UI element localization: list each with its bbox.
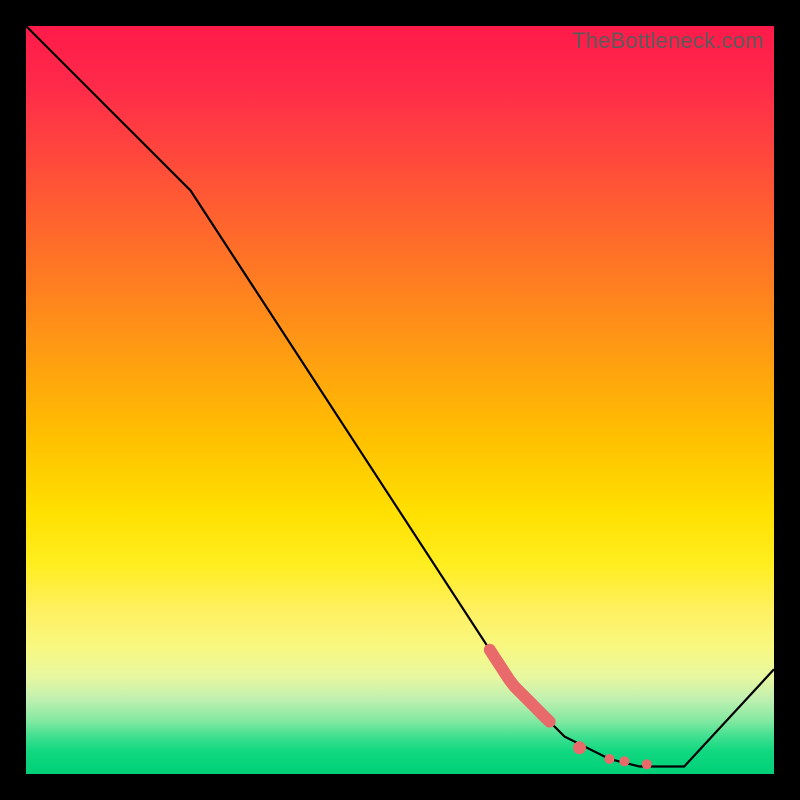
chart-area: TheBottleneck.com bbox=[26, 26, 774, 774]
highlight-dot bbox=[604, 754, 614, 764]
highlight-dots bbox=[573, 741, 652, 769]
chart-svg bbox=[26, 26, 774, 774]
highlight-segment bbox=[490, 650, 550, 722]
highlight-dot bbox=[619, 756, 629, 766]
highlight-dot bbox=[573, 741, 586, 754]
bottleneck-curve bbox=[26, 26, 774, 767]
highlight-dot bbox=[642, 759, 652, 769]
watermark-text: TheBottleneck.com bbox=[572, 28, 764, 54]
